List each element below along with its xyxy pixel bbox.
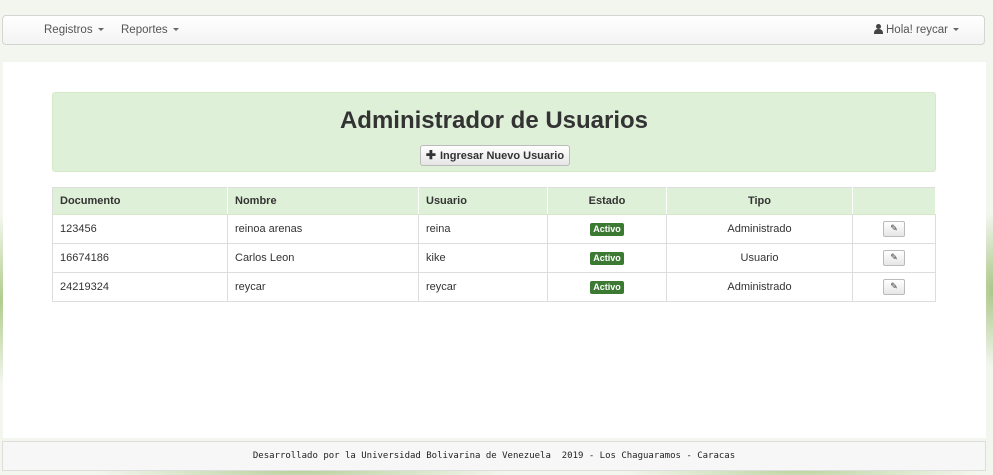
page-title: Administrador de Usuarios bbox=[339, 107, 649, 134]
cell-usuario: reina bbox=[418, 214, 548, 244]
status-badge: Activo bbox=[590, 280, 624, 294]
cell-actions: ✎ bbox=[852, 272, 936, 302]
edit-icon: ✎ bbox=[890, 252, 898, 262]
users-table: Documento Nombre Usuario Estado Tipo 123… bbox=[52, 187, 936, 302]
cell-actions: ✎ bbox=[852, 214, 936, 244]
add-user-button[interactable]: ✚ Ingresar Nuevo Usuario bbox=[420, 145, 570, 166]
cell-estado: Activo bbox=[547, 214, 667, 244]
cell-tipo: Administrado bbox=[666, 272, 853, 302]
page-footer: Desarrollado por la Universidad Bolivari… bbox=[2, 441, 986, 471]
cell-actions: ✎ bbox=[852, 243, 936, 273]
status-badge: Activo bbox=[590, 222, 624, 236]
cell-nombre: Carlos Leon bbox=[227, 243, 419, 273]
table-row: 123456 reinoa arenas reina Activo Admini… bbox=[52, 214, 936, 244]
cell-documento: 16674186 bbox=[52, 243, 228, 273]
caret-down-icon bbox=[172, 28, 179, 32]
column-header-actions bbox=[852, 187, 936, 215]
main-content: Administrador de Usuarios ✚ Ingresar Nuev… bbox=[3, 62, 986, 438]
caret-down-icon bbox=[953, 28, 959, 32]
caret-down-icon bbox=[97, 28, 104, 32]
status-badge: Activo bbox=[590, 251, 624, 265]
table-row: 24219324 reycar reycar Activo Administra… bbox=[52, 272, 936, 302]
user-icon bbox=[874, 24, 883, 34]
cell-documento: 24219324 bbox=[52, 272, 228, 302]
edit-button[interactable]: ✎ bbox=[883, 279, 905, 295]
cell-tipo: Administrado bbox=[666, 214, 853, 244]
top-navbar: Registros Reportes Hola! reycar bbox=[2, 15, 985, 45]
cell-nombre: reycar bbox=[227, 272, 419, 302]
edit-button[interactable]: ✎ bbox=[883, 250, 905, 266]
cell-documento: 123456 bbox=[52, 214, 228, 244]
cell-usuario: kike bbox=[418, 243, 548, 273]
header-panel: Administrador de Usuarios ✚ Ingresar Nuev… bbox=[52, 92, 936, 172]
edit-button[interactable]: ✎ bbox=[883, 221, 905, 237]
cell-estado: Activo bbox=[547, 272, 667, 302]
table-header-row: Documento Nombre Usuario Estado Tipo bbox=[52, 187, 936, 215]
menu-registros-label: Registros bbox=[44, 24, 93, 36]
edit-icon: ✎ bbox=[890, 223, 898, 233]
table-row: 16674186 Carlos Leon kike Activo Usuario… bbox=[52, 243, 936, 273]
cell-nombre: reinoa arenas bbox=[227, 214, 419, 244]
column-header-estado: Estado bbox=[547, 187, 667, 215]
column-header-tipo: Tipo bbox=[666, 187, 853, 215]
menu-reportes-label: Reportes bbox=[121, 24, 168, 36]
column-header-documento: Documento bbox=[52, 187, 228, 215]
column-header-nombre: Nombre bbox=[227, 187, 419, 215]
user-greeting: Hola! reycar bbox=[886, 24, 948, 36]
cell-tipo: Usuario bbox=[666, 243, 853, 273]
column-header-usuario: Usuario bbox=[418, 187, 548, 215]
cell-estado: Activo bbox=[547, 243, 667, 273]
menu-reportes[interactable]: Reportes bbox=[121, 16, 179, 44]
add-user-button-label: Ingresar Nuevo Usuario bbox=[439, 150, 565, 162]
user-menu[interactable]: Hola! reycar bbox=[874, 16, 959, 44]
edit-icon: ✎ bbox=[890, 281, 898, 291]
cell-usuario: reycar bbox=[418, 272, 548, 302]
menu-registros[interactable]: Registros bbox=[44, 16, 104, 44]
plus-icon: ✚ bbox=[425, 148, 436, 162]
